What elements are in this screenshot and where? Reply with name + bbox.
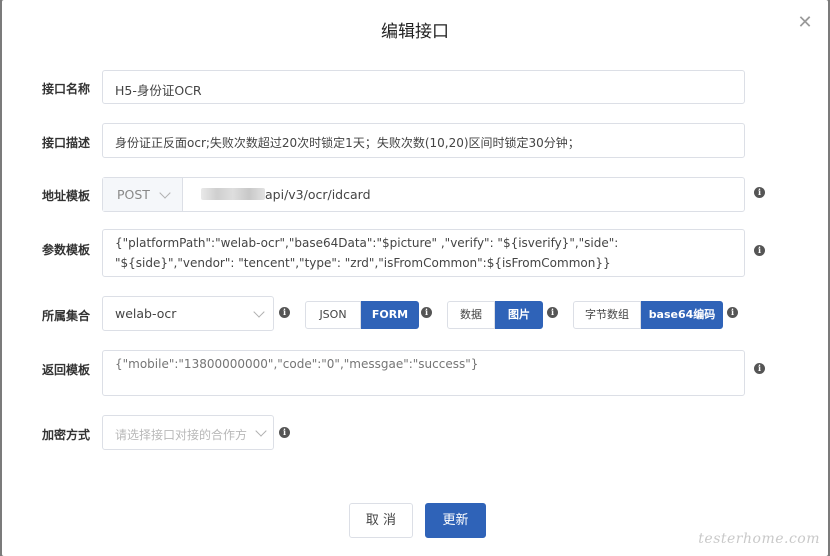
name-label: 接口名称 — [42, 82, 91, 96]
url-suffix: api/v3/ocr/idcard — [265, 187, 371, 202]
description-input[interactable]: 身份证正反面ocr;失败次数超过20次时锁定1天；失败次数(10,20)区间时锁… — [102, 123, 745, 158]
encryption-label: 加密方式 — [42, 428, 91, 442]
address-input[interactable]: POST api/v3/ocr/idcard — [102, 177, 745, 212]
chevron-down-icon — [159, 187, 171, 199]
info-icon[interactable]: i — [727, 307, 738, 318]
info-icon[interactable]: i — [279, 307, 290, 318]
info-icon[interactable]: i — [754, 245, 765, 256]
encryption-placeholder: 请选择接口对接的合作方 — [115, 428, 248, 442]
dialog-title: 编辑接口 — [381, 22, 449, 42]
watermark: testerhome.com — [698, 531, 820, 547]
redacted-host — [201, 188, 265, 200]
encryption-select[interactable]: 请选择接口对接的合作方 — [102, 415, 274, 450]
format-json-button[interactable]: JSON — [305, 301, 361, 329]
name-value: H5-身份证OCR — [115, 83, 202, 98]
description-label: 接口描述 — [42, 136, 91, 150]
edit-interface-dialog: 编辑接口 ✕ 接口名称 H5-身份证OCR 接口描述 身份证正反面ocr;失败次… — [2, 0, 828, 556]
method-value: POST — [117, 187, 150, 202]
collection-value: welab-ocr — [115, 306, 177, 321]
data-text-button[interactable]: 数据 — [447, 301, 495, 329]
format-toggle: JSON FORM — [305, 301, 419, 329]
update-button[interactable]: 更新 — [425, 503, 486, 538]
info-icon[interactable]: i — [754, 363, 765, 374]
name-input[interactable]: H5-身份证OCR — [102, 70, 745, 104]
params-textarea[interactable] — [102, 229, 745, 277]
encoding-base64-button[interactable]: base64编码 — [641, 301, 723, 329]
collection-label: 所属集合 — [42, 309, 91, 323]
method-select[interactable]: POST — [103, 178, 183, 211]
response-label: 返回模板 — [42, 363, 91, 377]
chevron-down-icon — [253, 306, 265, 318]
info-icon[interactable]: i — [754, 187, 765, 198]
info-icon[interactable]: i — [421, 307, 432, 318]
address-label: 地址模板 — [42, 189, 91, 203]
format-form-button[interactable]: FORM — [361, 301, 419, 329]
description-value: 身份证正反面ocr;失败次数超过20次时锁定1天；失败次数(10,20)区间时锁… — [115, 136, 580, 150]
encoding-toggle: 字节数组 base64编码 — [573, 301, 723, 329]
collection-select[interactable]: welab-ocr — [102, 296, 274, 331]
params-label: 参数模板 — [42, 243, 91, 257]
data-image-button[interactable]: 图片 — [495, 301, 543, 329]
info-icon[interactable]: i — [547, 307, 558, 318]
response-textarea[interactable] — [102, 350, 745, 396]
info-icon[interactable]: i — [279, 427, 290, 438]
close-icon[interactable]: ✕ — [796, 14, 814, 32]
encoding-bytes-button[interactable]: 字节数组 — [573, 301, 641, 329]
cancel-button[interactable]: 取 消 — [349, 503, 413, 538]
chevron-down-icon — [255, 425, 267, 437]
data-toggle: 数据 图片 — [447, 301, 543, 329]
